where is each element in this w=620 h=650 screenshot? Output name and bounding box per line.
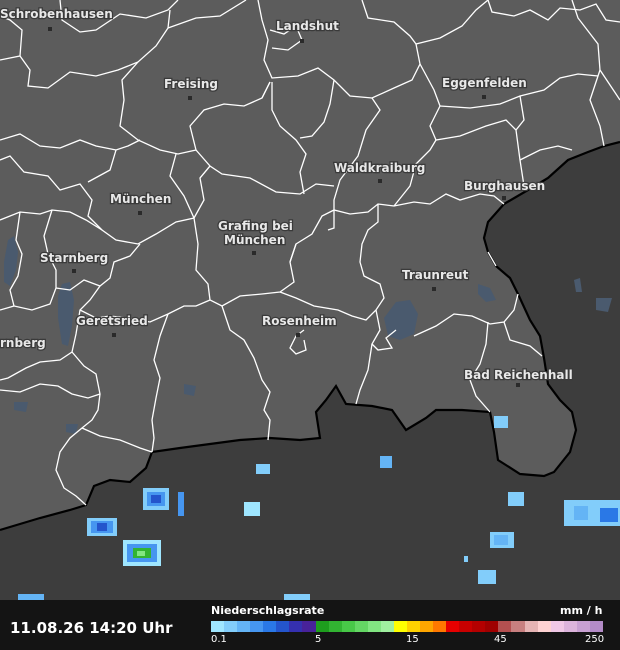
city-label: München [224,233,285,247]
legend-swatch [511,621,525,632]
city-label: Geretsried [76,314,148,328]
city-label: München [110,192,171,206]
legend-swatch [537,621,551,632]
city-label: Rosenheim [262,314,337,328]
legend-swatch [550,621,564,632]
legend-swatch [563,621,577,632]
city-label: Waldkraiburg [334,161,425,175]
precipitation-map: Schrobenhausen Landshut Freising Eggenfe… [0,0,620,650]
legend-title: Niederschlagsrate [211,604,325,617]
city-label: Burghausen [464,179,545,193]
legend-swatch [433,621,447,632]
city-label: Landshut [276,19,339,33]
legend-swatch [406,621,420,632]
legend-swatch [589,621,603,632]
legend-swatch [485,621,499,632]
legend-swatch [315,621,329,632]
legend-swatch [276,621,290,632]
legend-swatch [393,621,407,632]
legend-swatch [498,621,512,632]
legend-swatch [420,621,434,632]
city-label: rnberg [0,336,46,350]
legend-color-scale [211,621,603,632]
legend-swatch [367,621,381,632]
legend-swatch [211,621,225,632]
legend-unit: mm / h [560,604,603,617]
city-label: Freising [164,77,218,91]
legend-tick-15: 15 [406,634,419,645]
city-label: Schrobenhausen [0,7,113,21]
legend-swatch [237,621,251,632]
footer-bar: 11.08.26 14:20 Uhr Niederschlagsrate mm … [0,600,620,650]
legend-swatch [472,621,486,632]
legend-swatch [302,621,316,632]
legend-tick-250: 250 [585,634,605,645]
legend-swatch [524,621,538,632]
legend-swatch [263,621,277,632]
legend-swatch [250,621,264,632]
legend-swatch [446,621,460,632]
legend-swatch [341,621,355,632]
legend-swatch [380,621,394,632]
legend-swatch [224,621,238,632]
legend-swatch [289,621,303,632]
city-label: Eggenfelden [442,76,527,90]
city-label: Traunreut [402,268,469,282]
legend-swatch [459,621,473,632]
legend-tick-45: 45 [494,634,507,645]
timestamp: 11.08.26 14:20 Uhr [10,619,173,637]
legend-swatch [354,621,368,632]
legend-swatch [576,621,590,632]
legend-tick-0-1: 0.1 [211,634,227,645]
city-label: Grafing bei [218,219,293,233]
city-label: Starnberg [40,251,108,265]
city-label: Bad Reichenhall [464,368,573,382]
legend-tick-5: 5 [315,634,322,645]
legend-swatch [328,621,342,632]
